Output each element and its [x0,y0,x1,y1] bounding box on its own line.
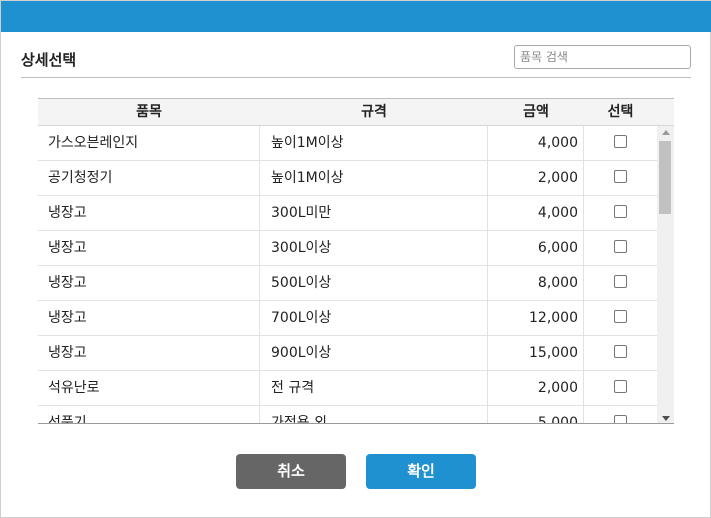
select-checkbox[interactable] [614,275,627,288]
table-row[interactable]: 선풍기 가정용 외 5,000 [38,406,657,423]
amount-cell: 8,000 [488,266,584,301]
item-name-cell: 선풍기 [38,406,260,423]
chevron-up-icon[interactable] [662,130,670,135]
dialog-header: 상세선택 [21,45,691,78]
select-checkbox[interactable] [614,415,627,423]
column-header-item: 품목 [136,104,162,120]
column-header-spec: 규격 [361,104,387,120]
table-row[interactable]: 가스오븐레인지 높이1M이상 4,000 [38,126,657,161]
item-name-cell: 석유난로 [38,371,260,406]
cancel-button[interactable]: 취소 [236,454,346,489]
column-header-select: 선택 [607,104,634,120]
table-row[interactable]: 공기청정기 높이1M이상 2,000 [38,161,657,196]
confirm-button[interactable]: 확인 [366,454,476,489]
amount-cell: 15,000 [488,336,584,371]
select-checkbox[interactable] [614,345,627,358]
select-cell [584,266,657,301]
select-cell [584,406,657,423]
select-cell [584,336,657,371]
select-checkbox[interactable] [614,205,627,218]
table-row[interactable]: 냉장고 300L이상 6,000 [38,231,657,266]
select-checkbox[interactable] [614,135,627,148]
item-name-cell: 냉장고 [38,266,260,301]
spec-cell: 높이1M이상 [260,161,488,196]
item-name-cell: 냉장고 [38,336,260,371]
table-row[interactable]: 냉장고 500L이상 8,000 [38,266,657,301]
select-checkbox[interactable] [614,380,627,393]
amount-cell: 2,000 [488,371,584,406]
amount-cell: 6,000 [488,231,584,266]
amount-cell: 2,000 [488,161,584,196]
select-cell [584,231,657,266]
amount-cell: 4,000 [488,126,584,161]
spec-cell: 전 규격 [260,371,488,406]
select-cell [584,126,657,161]
select-checkbox[interactable] [614,240,627,253]
table-row[interactable]: 냉장고 700L이상 12,000 [38,301,657,336]
item-table: 품목 규격 금액 선택 가스오븐레인지 높이1M이상 4,000 공기청정기 높이1M이… [38,98,674,424]
spec-cell: 700L이상 [260,301,488,336]
item-name-cell: 가스오븐레인지 [38,126,260,161]
table-body[interactable]: 가스오븐레인지 높이1M이상 4,000 공기청정기 높이1M이상 2,000 냉장고 300… [38,126,657,423]
select-checkbox[interactable] [614,310,627,323]
spec-cell: 300L이상 [260,231,488,266]
select-cell [584,371,657,406]
dialog-title: 상세선택 [21,51,77,69]
item-search-input[interactable] [514,45,691,69]
chevron-down-icon[interactable] [662,416,670,421]
column-header-amount: 금액 [523,104,549,120]
table-row[interactable]: 석유난로 전 규격 2,000 [38,371,657,406]
amount-cell: 5,000 [488,406,584,423]
scrollbar-thumb[interactable] [659,141,671,214]
detail-select-dialog: 상세선택 품목 규격 금액 선택 가스오븐레인지높이1M이상4,000공기청정기… [0,0,711,518]
spec-cell: 500L이상 [260,266,488,301]
select-cell [584,196,657,231]
spec-cell: 900L이상 [260,336,488,371]
item-name-cell: 냉장고 [38,301,260,336]
spec-cell: 높이1M이상 [260,126,488,161]
select-checkbox[interactable] [614,170,627,183]
item-name-cell: 냉장고 [38,196,260,231]
spec-cell: 300L미만 [260,196,488,231]
table-header: 품목 규격 금액 선택 [38,99,674,126]
table-row[interactable]: 냉장고 300L미만 4,000 [38,196,657,231]
item-name-cell: 냉장고 [38,231,260,266]
select-cell [584,161,657,196]
dialog-title-bar[interactable] [1,1,711,32]
amount-cell: 12,000 [488,301,584,336]
select-cell [584,301,657,336]
spec-cell: 가정용 외 [260,406,488,423]
amount-cell: 4,000 [488,196,584,231]
item-name-cell: 공기청정기 [38,161,260,196]
table-scrollbar[interactable] [657,126,674,423]
table-row[interactable]: 냉장고 900L이상 15,000 [38,336,657,371]
